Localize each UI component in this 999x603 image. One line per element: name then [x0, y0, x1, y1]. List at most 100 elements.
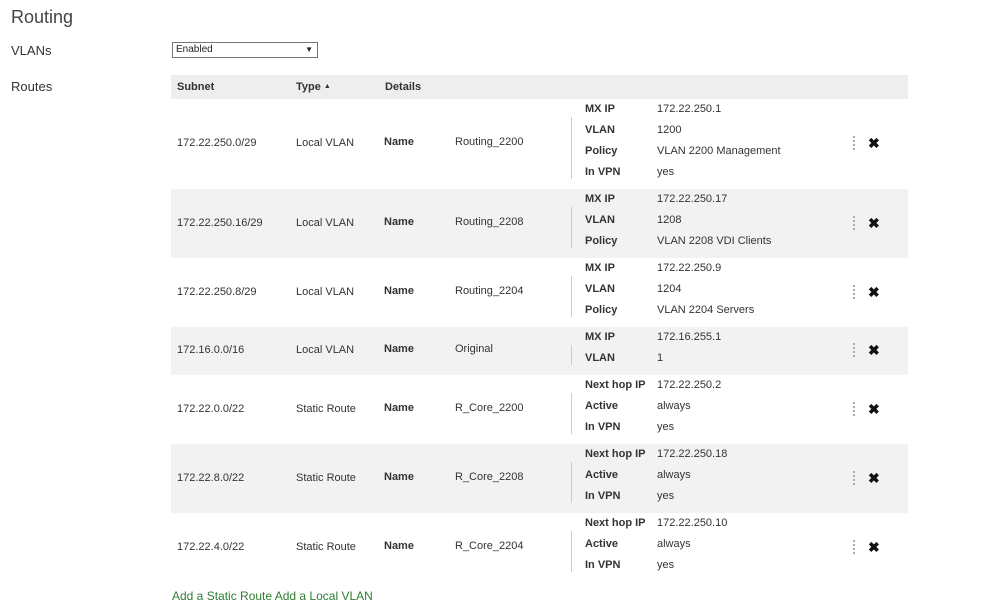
detail-value: always [657, 400, 691, 412]
delete-icon[interactable]: ✖ [868, 401, 880, 418]
drag-handle-icon[interactable] [853, 136, 855, 152]
delete-icon[interactable]: ✖ [868, 215, 880, 232]
drag-handle-icon[interactable] [853, 401, 855, 418]
row-type: Local VLAN [296, 137, 355, 149]
row-name-label: Name [384, 284, 414, 297]
row-type: Local VLAN [296, 216, 355, 229]
row-type: Static Route [296, 540, 356, 553]
detail-value: 172.22.250.10 [657, 517, 728, 529]
detail-value: 1200 [657, 124, 682, 136]
detail-key: Next hop IP [585, 517, 646, 529]
add-links[interactable]: Add a Static Route Add a Local VLAN [172, 589, 373, 603]
detail-key: VLAN [585, 124, 615, 136]
detail-value: VLAN 2208 VDI Clients [657, 235, 772, 247]
row-name-label: Name [384, 401, 414, 414]
row-type: Local VLAN [296, 285, 355, 298]
detail-key: In VPN [585, 490, 621, 502]
detail-key: In VPN [585, 166, 621, 178]
detail-key: Policy [585, 304, 618, 316]
detail-value: yes [657, 490, 675, 502]
drag-handle-icon[interactable] [853, 343, 855, 359]
table-row[interactable]: 172.22.250.0/29 Local VLAN Name Routing_220… [171, 99, 908, 189]
detail-key: Active [585, 400, 619, 412]
delete-icon[interactable]: ✖ [868, 470, 880, 487]
detail-key: Active [585, 469, 619, 481]
vlans-select-value: Enabled [176, 44, 213, 55]
row-name-value: Routing_2204 [455, 284, 524, 297]
detail-value: yes [657, 166, 675, 178]
detail-value: always [657, 538, 691, 550]
row-subnet: 172.22.8.0/22 [177, 471, 245, 484]
row-subnet: 172.22.250.16/29 [177, 216, 263, 229]
detail-key: Next hop IP [585, 448, 646, 460]
detail-value: 172.22.250.2 [657, 379, 722, 391]
table-row[interactable]: 172.22.250.16/29 Local VLAN Name Routing_22… [171, 189, 908, 258]
row-type: Static Route [296, 471, 356, 484]
header-type[interactable]: Type ▲ [296, 81, 331, 93]
row-subnet: 172.22.4.0/22 [177, 540, 245, 553]
detail-value: yes [657, 559, 675, 571]
detail-value: 172.22.250.9 [657, 262, 722, 274]
delete-icon[interactable]: ✖ [868, 342, 880, 359]
table-row[interactable]: 172.22.0.0/22 Static Route Name R_Core_2200… [171, 375, 908, 444]
row-name-label: Name [384, 136, 414, 148]
detail-key: MX IP [585, 193, 615, 205]
row-type: Static Route [296, 402, 356, 415]
header-subnet[interactable]: Subnet [177, 81, 214, 93]
drag-handle-icon[interactable] [853, 470, 855, 487]
row-subnet: 172.22.250.8/29 [177, 285, 257, 298]
row-name-value: R_Core_2200 [455, 401, 524, 414]
drag-handle-icon[interactable] [853, 284, 855, 301]
detail-value: 172.16.255.1 [657, 331, 722, 343]
header-details: Details [385, 81, 422, 93]
row-name-label: Name [384, 343, 414, 355]
table-row[interactable]: 172.22.250.8/29 Local VLAN Name Routing_220… [171, 258, 908, 327]
detail-value: 1 [657, 352, 664, 364]
detail-key: In VPN [585, 559, 621, 571]
delete-icon[interactable]: ✖ [868, 539, 880, 556]
drag-handle-icon[interactable] [853, 215, 855, 232]
row-subnet: 172.22.250.0/29 [177, 137, 257, 149]
detail-key: Next hop IP [585, 379, 646, 391]
row-name-value: R_Core_2208 [455, 470, 524, 483]
row-details: MX IP 172.22.250.17 VLAN 1208 Policy VLAN 220… [571, 193, 771, 248]
table-header: Subnet Type ▲ Details [171, 75, 908, 99]
row-details: MX IP 172.22.250.9 VLAN 1204 Policy VLAN 2204… [571, 262, 754, 317]
detail-value: 172.22.250.1 [657, 103, 722, 115]
detail-key: VLAN [585, 352, 615, 364]
drag-handle-icon[interactable] [853, 539, 855, 556]
detail-key: VLAN [585, 283, 615, 295]
row-subnet: 172.22.0.0/22 [177, 402, 245, 415]
table-row[interactable]: 172.22.8.0/22 Static Route Name R_Core_2208… [171, 444, 908, 513]
detail-value: always [657, 469, 691, 481]
table-row[interactable]: 172.16.0.0/16 Local VLAN Name Original MX IP… [171, 327, 908, 375]
row-name-label: Name [384, 539, 414, 552]
detail-key: In VPN [585, 421, 621, 433]
vlans-select[interactable]: Enabled ▼ [172, 42, 318, 58]
row-type: Local VLAN [296, 344, 355, 356]
row-details: MX IP 172.22.250.1 VLAN 1200 Policy VLAN 2200… [571, 103, 781, 179]
detail-key: VLAN [585, 214, 615, 226]
table-row[interactable]: 172.22.4.0/22 Static Route Name R_Core_2204… [171, 513, 908, 582]
detail-key: Policy [585, 145, 618, 157]
detail-value: 1208 [657, 214, 682, 226]
sort-asc-icon: ▲ [323, 83, 331, 90]
delete-icon[interactable]: ✖ [868, 135, 880, 152]
chevron-down-icon: ▼ [305, 45, 313, 54]
row-name-label: Name [384, 215, 414, 228]
row-details: Next hop IP 172.22.250.10 Active always In V… [571, 517, 727, 572]
detail-value: VLAN 2204 Servers [657, 304, 755, 316]
row-name-value: Routing_2208 [455, 215, 524, 228]
detail-key: MX IP [585, 262, 615, 274]
routes-label: Routes [11, 79, 53, 94]
detail-key: MX IP [585, 331, 615, 343]
detail-key: Policy [585, 235, 618, 247]
delete-icon[interactable]: ✖ [868, 284, 880, 301]
row-details: MX IP 172.16.255.1 VLAN 1 [571, 331, 721, 365]
row-name-label: Name [384, 470, 414, 483]
detail-value: VLAN 2200 Management [657, 145, 781, 157]
detail-value: yes [657, 421, 675, 433]
detail-key: Active [585, 538, 619, 550]
detail-key: MX IP [585, 103, 615, 115]
row-name-value: R_Core_2204 [455, 539, 524, 552]
